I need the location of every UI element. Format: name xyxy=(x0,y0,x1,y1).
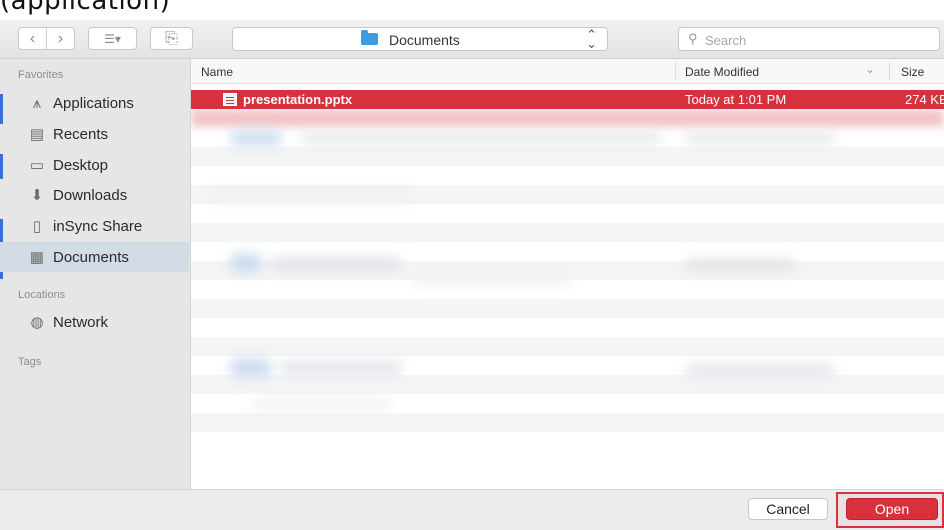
applications-icon: ⩚ xyxy=(32,94,42,112)
chevron-left-icon: ‹ xyxy=(29,29,36,47)
column-header-date-modified[interactable]: Date Modified xyxy=(685,65,759,79)
desktop-icon: ▭ xyxy=(29,157,45,174)
new-folder-button[interactable]: ⎘ xyxy=(150,27,193,50)
blurred-row-text xyxy=(301,133,661,143)
location-popup[interactable]: Documents ⌃ ⌄ xyxy=(232,27,608,51)
blurred-row-text xyxy=(211,189,411,203)
blurred-row-text xyxy=(281,361,401,375)
search-icon: ⚲ xyxy=(688,31,698,46)
blurred-row-text xyxy=(411,275,571,285)
folder-icon xyxy=(361,30,378,45)
sidebar-item-recents[interactable]: ▤ Recents xyxy=(0,119,189,149)
recents-icon: ▤ xyxy=(29,126,45,143)
favorites-heading: Favorites xyxy=(18,69,64,81)
back-forward-control: ‹ › xyxy=(18,27,75,50)
sidebar-item-label: Recents xyxy=(53,125,109,143)
back-button[interactable]: ‹ xyxy=(19,28,46,49)
stepper-arrows-icon: ⌃ ⌄ xyxy=(586,27,597,51)
sidebar-item-label: Downloads xyxy=(53,186,128,204)
documents-icon: ▦ xyxy=(29,249,45,266)
cancel-button[interactable]: Cancel xyxy=(748,498,828,520)
blurred-row-text xyxy=(271,257,401,271)
sidebar-item-label: inSync Share xyxy=(53,217,143,235)
dialog-footer: Cancel Open xyxy=(0,489,944,530)
forward-button[interactable]: › xyxy=(47,28,74,49)
network-icon: ◍ xyxy=(30,314,44,331)
view-options-button[interactable]: ☰▾ xyxy=(88,27,137,50)
blurred-row-icon xyxy=(231,254,261,272)
table-row-selected[interactable]: presentation.pptx Today at 1:01 PM 274 K… xyxy=(191,90,944,109)
sidebar-item-network[interactable]: ◍ Network xyxy=(0,307,189,337)
blurred-row-text xyxy=(685,259,795,271)
blurred-row-icon xyxy=(231,359,271,377)
search-input[interactable] xyxy=(703,30,927,50)
location-label: Documents xyxy=(389,32,460,48)
sidebar-item-applications[interactable]: ⩚ Applications xyxy=(0,88,189,118)
sidebar-item-label: Documents xyxy=(53,248,129,266)
blurred-row-icon xyxy=(231,131,281,145)
locations-heading: Locations xyxy=(18,289,66,301)
blurred-row-text xyxy=(251,399,391,409)
cropped-caption: (application) xyxy=(0,0,171,16)
toolbar: ‹ › ☰▾ ⎘ Documents ⌃ ⌄ ⚲ xyxy=(0,20,944,59)
sidebar-item-label: Network xyxy=(53,313,109,331)
sidebar-item-insync-share[interactable]: ▯ inSync Share xyxy=(0,211,189,241)
sidebar-item-label: Desktop xyxy=(53,156,109,174)
file-size: 274 KB xyxy=(905,92,944,107)
file-list: Name Date Modified ⌄ Size presentation.p… xyxy=(191,59,944,489)
chevron-right-icon: › xyxy=(57,29,64,47)
open-file-dialog: ‹ › ☰▾ ⎘ Documents ⌃⌄ ⚲ Favorites ⩚ Appl… xyxy=(0,20,944,530)
search-field[interactable]: ⚲ xyxy=(678,27,940,51)
column-header-name[interactable]: Name xyxy=(201,65,233,79)
document-icon: ▯ xyxy=(32,218,42,235)
column-header-row: Name Date Modified ⌄ Size xyxy=(191,59,944,84)
sidebar-item-label: Applications xyxy=(53,94,134,112)
tags-heading: Tags xyxy=(18,356,42,368)
file-name: presentation.pptx xyxy=(243,92,353,107)
column-header-size[interactable]: Size xyxy=(901,65,924,79)
list-view-icon: ☰▾ xyxy=(104,31,121,46)
sort-chevron-icon: ⌄ xyxy=(865,62,876,76)
sidebar: Favorites ⩚ Applications ▤ Recents ▭ Des… xyxy=(0,59,191,489)
open-button[interactable]: Open xyxy=(846,498,938,520)
sidebar-item-desktop[interactable]: ▭ Desktop xyxy=(0,150,189,180)
blurred-row-text xyxy=(685,133,835,143)
file-date-modified: Today at 1:01 PM xyxy=(685,92,787,107)
new-folder-icon: ⎘ xyxy=(165,29,178,47)
sidebar-item-documents[interactable]: ▦ Documents xyxy=(0,242,189,272)
file-icon xyxy=(223,93,237,106)
downloads-icon: ⬇ xyxy=(30,187,44,204)
sidebar-item-downloads[interactable]: ⬇ Downloads xyxy=(0,180,189,210)
blurred-row-text xyxy=(685,365,835,377)
blurred-file-rows xyxy=(191,109,944,439)
